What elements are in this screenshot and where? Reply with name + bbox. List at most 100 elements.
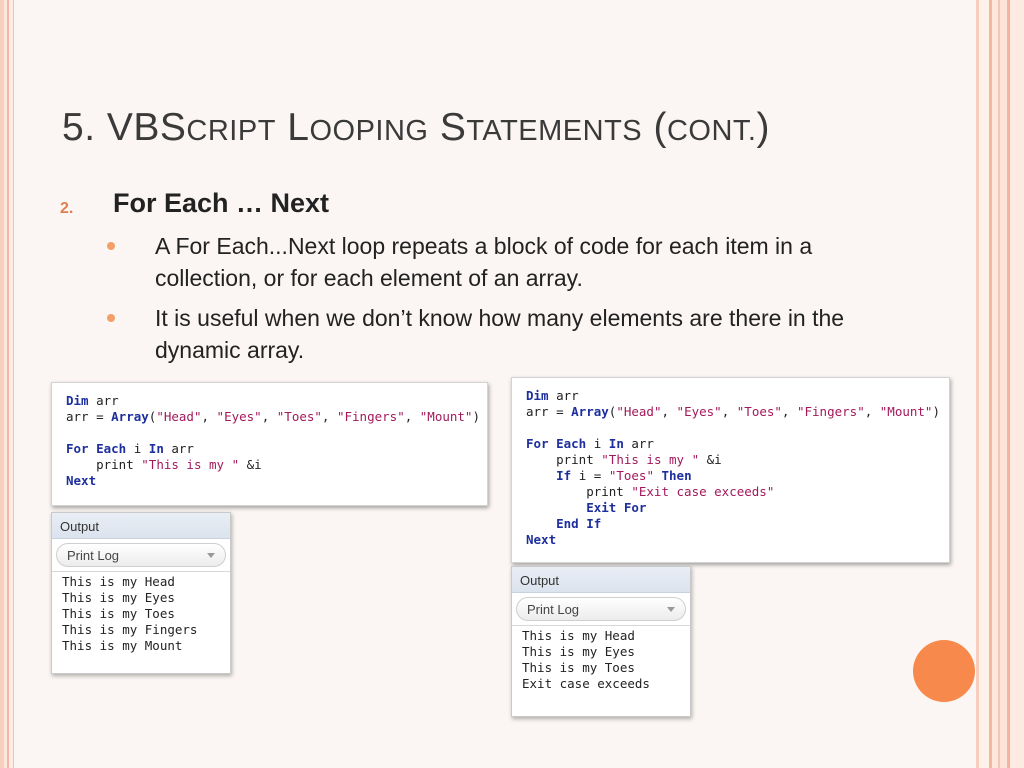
output-line: This is my Head <box>62 574 175 589</box>
code-line: For Each i In arr <box>526 436 935 452</box>
code-token: , <box>201 409 217 424</box>
chevron-down-icon <box>207 553 215 558</box>
code-token: If <box>556 468 572 483</box>
code-token: arr <box>163 441 194 456</box>
item-heading: For Each … Next <box>113 188 330 218</box>
bullet-text: It is useful when we don’t know how many… <box>155 305 845 363</box>
code-token: , <box>661 404 677 419</box>
output-panel-example-1: Output Print Log This is my Head This is … <box>51 512 231 674</box>
code-token: "Head" <box>156 409 202 424</box>
code-token: Dim <box>526 388 549 403</box>
code-token: , <box>864 404 880 419</box>
code-token: arr <box>88 393 119 408</box>
code-line: arr = Array("Head", "Eyes", "Toes", "Fin… <box>526 404 940 420</box>
code-token: Array <box>111 409 149 424</box>
code-token: "Toes" <box>608 468 654 483</box>
code-line: Next <box>526 532 935 548</box>
code-line: Next <box>66 473 473 489</box>
title-part: ) <box>756 106 770 149</box>
decorative-circle <box>913 640 975 702</box>
code-token: ) <box>932 404 940 419</box>
code-token: "Eyes" <box>216 409 262 424</box>
code-token: End If <box>556 516 602 531</box>
output-panel-example-2: Output Print Log This is my Head This is … <box>511 566 691 717</box>
code-token: , <box>781 404 797 419</box>
code-token: i = <box>571 468 609 483</box>
code-token: "Fingers" <box>336 409 405 424</box>
code-token: print <box>66 457 142 472</box>
code-token: For Each <box>66 441 127 456</box>
code-token: , <box>404 409 420 424</box>
code-token: Next <box>66 473 97 488</box>
code-token: &i <box>699 452 722 467</box>
code-token: Dim <box>66 393 89 408</box>
code-line: print "This is my " &i <box>66 457 473 473</box>
output-line: This is my Head <box>522 628 635 643</box>
code-line: print "This is my " &i <box>526 452 935 468</box>
code-token: arr <box>623 436 654 451</box>
left-border-decoration <box>0 0 14 768</box>
code-token: "Head" <box>616 404 662 419</box>
dropdown-value: Print Log <box>67 548 120 563</box>
print-log-dropdown[interactable]: Print Log <box>516 597 686 621</box>
code-line: For Each i In arr <box>66 441 473 457</box>
code-token: "Eyes" <box>676 404 722 419</box>
code-token: print <box>526 452 602 467</box>
title-part: ( <box>653 106 667 149</box>
code-token: "Toes" <box>276 409 322 424</box>
code-token: "Mount" <box>419 409 473 424</box>
code-line: Exit For <box>526 500 935 516</box>
title-part: cont. <box>666 115 757 147</box>
title-part: L <box>287 106 310 149</box>
code-token: , <box>321 409 337 424</box>
output-line: This is my Mount <box>62 638 183 653</box>
output-line: This is my Toes <box>62 606 175 621</box>
print-log-dropdown[interactable]: Print Log <box>56 543 226 567</box>
code-token: Next <box>526 532 557 547</box>
code-token: print <box>526 484 632 499</box>
code-token: arr <box>548 388 579 403</box>
code-token: "Fingers" <box>796 404 865 419</box>
code-token: "Exit case exceeds" <box>631 484 775 499</box>
code-token: "Mount" <box>879 404 933 419</box>
code-token: i <box>586 436 609 451</box>
code-line: arr = Array("Head", "Eyes", "Toes", "Fin… <box>66 409 480 425</box>
output-log: This is my Head This is my Eyes This is my… <box>52 571 230 656</box>
title-part: S <box>439 106 467 149</box>
code-token: "This is my " <box>141 457 240 472</box>
bullet-text: A For Each...Next loop repeats a block o… <box>155 233 813 291</box>
code-line: End If <box>526 516 935 532</box>
right-border-decoration <box>976 0 1024 768</box>
title-part: 5. VBS <box>62 106 187 149</box>
title-part: ooping <box>309 115 429 147</box>
code-token: "This is my " <box>601 452 700 467</box>
title-part: cript <box>186 115 276 147</box>
code-token: arr = <box>66 409 112 424</box>
code-token: Then <box>661 468 692 483</box>
chevron-down-icon <box>667 607 675 612</box>
code-panel-example-2: Dim arr arr = Array("Head", "Eyes", "Toes… <box>511 377 950 563</box>
code-token: "Toes" <box>736 404 782 419</box>
output-line: This is my Eyes <box>62 590 175 605</box>
slide-title: 5. VBScript Looping Statements (cont.) <box>62 106 942 150</box>
output-line: This is my Eyes <box>522 644 635 659</box>
code-line: Dim arr <box>526 388 935 404</box>
bullet-dot-icon <box>107 314 115 322</box>
code-token: arr = <box>526 404 572 419</box>
code-token: For Each <box>526 436 587 451</box>
code-token: , <box>261 409 277 424</box>
output-log: This is my Head This is my Eyes This is my… <box>512 625 690 694</box>
code-token: In <box>608 436 624 451</box>
output-line: This is my Fingers <box>62 622 198 637</box>
code-token: &i <box>239 457 262 472</box>
title-part: tatements <box>466 115 643 147</box>
code-token: In <box>148 441 164 456</box>
item-number: 2. <box>60 200 74 217</box>
code-line: If i = "Toes" Then <box>526 468 935 484</box>
